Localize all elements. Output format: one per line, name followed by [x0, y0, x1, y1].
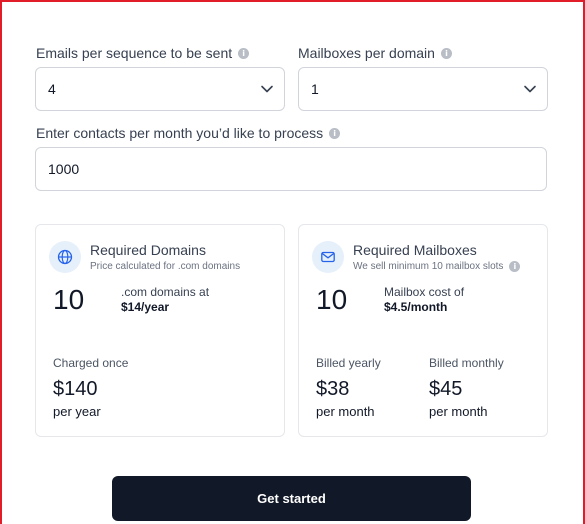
- billed-monthly-label: Billed monthly: [429, 356, 504, 370]
- mailboxes-per-domain-select[interactable]: 1: [298, 67, 548, 111]
- domains-price-period: per year: [53, 404, 101, 419]
- billed-yearly-label: Billed yearly: [316, 356, 381, 370]
- emails-per-sequence-select[interactable]: 4: [35, 67, 285, 111]
- emails-per-sequence-label-text: Emails per sequence to be sent: [36, 45, 233, 61]
- info-icon[interactable]: i: [329, 127, 341, 139]
- domains-count: 10: [53, 284, 85, 315]
- card-subtitle: Price calculated for .com domains: [90, 261, 240, 272]
- info-icon[interactable]: i: [509, 261, 521, 272]
- info-icon[interactable]: i: [440, 47, 452, 59]
- mailboxes-per-domain-value: 1: [311, 81, 319, 97]
- chevron-down-icon: [524, 85, 536, 93]
- charged-once-label: Charged once: [53, 356, 129, 370]
- emails-per-sequence-label: Emails per sequence to be sent i: [36, 45, 250, 61]
- mailbox-unit-line1: Mailbox cost of: [384, 285, 465, 299]
- card-title: Required Mailboxes: [353, 242, 477, 258]
- get-started-label: Get started: [257, 491, 326, 506]
- emails-per-sequence-value: 4: [48, 81, 56, 97]
- billed-yearly-price: $38: [316, 378, 350, 400]
- mailbox-unit-line2: $4.5/month: [384, 300, 448, 314]
- domain-unit-line2: $14/year: [121, 300, 170, 314]
- card-subtitle-text: We sell minimum 10 mailbox slots: [353, 261, 504, 272]
- domain-unit-price: .com domains at $14/year: [121, 285, 209, 315]
- chevron-down-icon: [261, 85, 273, 93]
- mailboxes-per-domain-label-text: Mailboxes per domain: [298, 45, 435, 61]
- contacts-per-month-label-text: Enter contacts per month you’d like to p…: [36, 125, 324, 141]
- billed-monthly-price: $45: [429, 378, 463, 400]
- billed-monthly-period: per month: [429, 404, 488, 419]
- contacts-per-month-input[interactable]: 1000: [35, 147, 547, 191]
- card-subtitle-text: Price calculated for .com domains: [90, 261, 241, 272]
- contacts-per-month-label: Enter contacts per month you’d like to p…: [36, 125, 341, 141]
- card-title: Required Domains: [90, 242, 206, 258]
- globe-icon: [49, 241, 81, 273]
- mail-icon: [312, 241, 344, 273]
- domains-total-price: $140: [53, 378, 98, 400]
- card-subtitle: We sell minimum 10 mailbox slots i: [353, 261, 521, 272]
- required-mailboxes-card: Required Mailboxes We sell minimum 10 ma…: [298, 224, 548, 437]
- mailboxes-count: 10: [316, 284, 348, 315]
- billed-yearly-period: per month: [316, 404, 375, 419]
- get-started-button[interactable]: Get started: [112, 476, 471, 521]
- domain-unit-line1: .com domains at: [121, 285, 210, 299]
- info-icon[interactable]: i: [238, 47, 250, 59]
- mailbox-unit-price: Mailbox cost of $4.5/month: [384, 285, 464, 315]
- mailboxes-per-domain-label: Mailboxes per domain i: [298, 45, 452, 61]
- required-domains-card: Required Domains Price calculated for .c…: [35, 224, 285, 437]
- contacts-per-month-value: 1000: [48, 161, 80, 177]
